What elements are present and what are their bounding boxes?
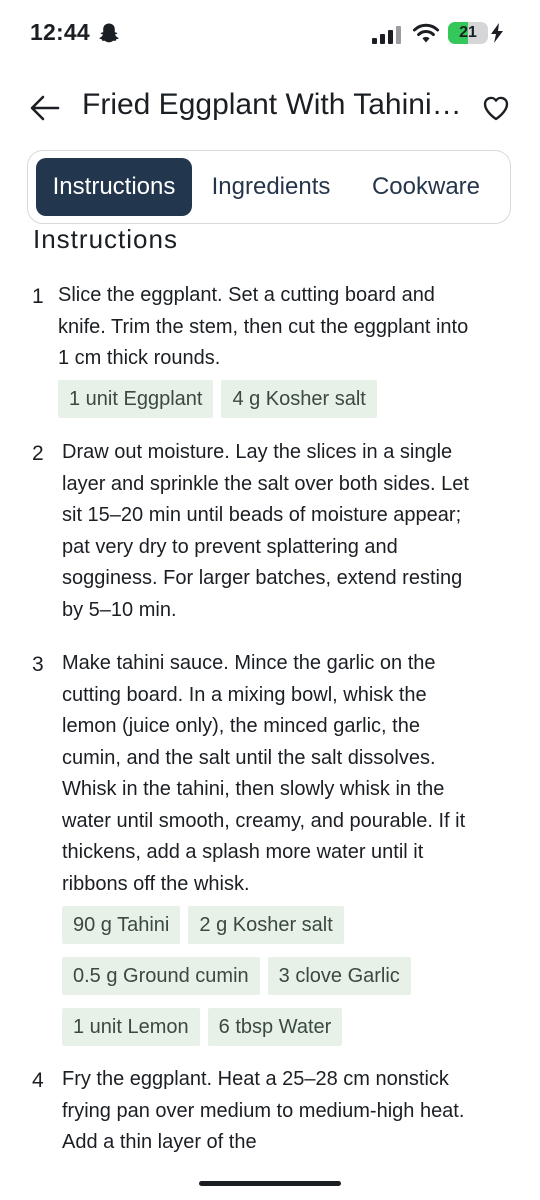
tab-ingredients[interactable]: Ingredients — [198, 158, 344, 216]
recipe-title: Fried Eggplant With Tahini Sauce — [82, 88, 466, 121]
wifi-icon — [412, 23, 440, 43]
ingredient-chip[interactable]: 1 unit Lemon — [62, 1008, 200, 1046]
ingredient-chip[interactable]: 90 g Tahini — [62, 906, 181, 944]
tab-bar: Instructions Ingredients Cookware — [27, 150, 511, 224]
step-number: 1 — [32, 285, 44, 308]
ingredient-chip[interactable]: 3 clove Garlic — [267, 957, 411, 995]
ingredient-chip[interactable]: 2 g Kosher salt — [188, 906, 344, 944]
step-ingredient-chips: 1 unit Eggplant 4 g Kosher salt — [58, 380, 478, 431]
ingredient-chip[interactable]: 1 unit Eggplant — [58, 380, 214, 418]
signal-icon — [372, 26, 401, 44]
tab-cookware[interactable]: Cookware — [358, 158, 494, 216]
battery-percentage: 21 — [459, 24, 477, 41]
section-heading: Instructions — [33, 226, 178, 254]
step-text: Make tahini sauce. Mince the garlic on t… — [62, 652, 466, 895]
status-time: 12:44 — [30, 19, 90, 45]
heart-icon[interactable] — [480, 92, 512, 124]
step-number: 3 — [32, 653, 44, 676]
step-text: Slice the eggplant. Set a cutting board … — [58, 284, 469, 369]
ingredient-chip[interactable]: 4 g Kosher salt — [221, 380, 377, 418]
charging-bolt-icon — [491, 23, 503, 43]
step-text: Draw out moisture. Lay the slices in a s… — [62, 441, 469, 621]
step-text: Fry the eggplant. Heat a 25–28 cm nonsti… — [62, 1068, 465, 1153]
status-bar: 12:44 21 — [0, 0, 540, 66]
header: Fried Eggplant With Tahini Sauce — [0, 78, 540, 138]
tab-instructions[interactable]: Instructions — [36, 158, 192, 216]
back-arrow-icon[interactable] — [28, 92, 62, 124]
ingredient-chip[interactable]: 0.5 g Ground cumin — [62, 957, 260, 995]
instructions-list[interactable]: Instructions 1 Slice the eggplant. Set a… — [0, 226, 540, 1168]
step-number: 2 — [32, 442, 44, 465]
ingredient-chip[interactable]: 6 tbsp Water — [207, 1008, 343, 1046]
step-ingredient-chips: 90 g Tahini 2 g Kosher salt 0.5 g Ground … — [62, 906, 482, 1059]
step-number: 4 — [32, 1069, 44, 1092]
snapchat-ghost-icon — [99, 23, 119, 43]
battery-icon: 21 — [448, 22, 488, 44]
home-indicator[interactable] — [199, 1181, 341, 1186]
